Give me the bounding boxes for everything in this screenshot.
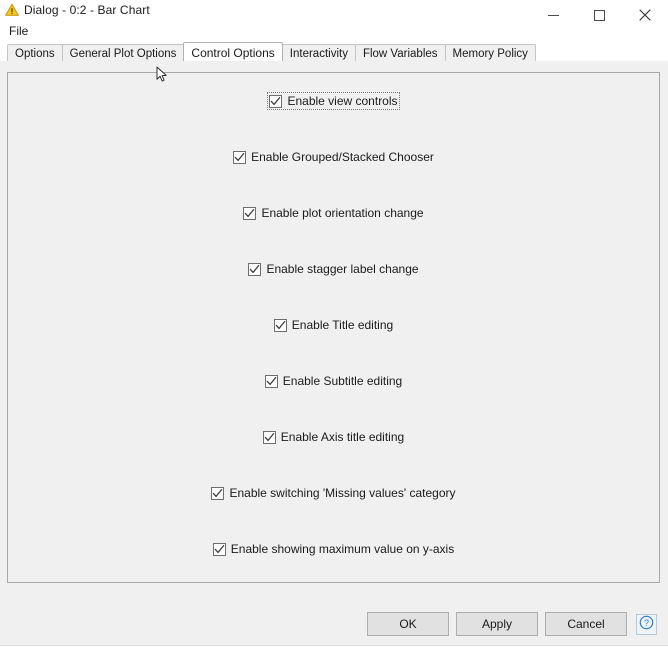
close-button[interactable] — [622, 0, 668, 30]
checkbox-box-icon[interactable] — [243, 206, 257, 220]
tab-strip-container: Options General Plot Options Control Optio… — [0, 42, 668, 61]
ok-button[interactable]: OK — [367, 612, 449, 636]
checkbox-enable-showing-maximum-value-on-y-axis[interactable]: Enable showing maximum value on y-axis — [212, 541, 455, 557]
checkbox-enable-title-editing[interactable]: Enable Title editing — [273, 317, 394, 333]
tab-memory-policy[interactable]: Memory Policy — [444, 44, 536, 61]
checkbox-enable-subtitle-editing[interactable]: Enable Subtitle editing — [264, 373, 403, 389]
checkbox-label: Enable switching 'Missing values' catego… — [229, 486, 456, 500]
option-row: Enable stagger label change — [8, 241, 659, 297]
checkbox-label: Enable plot orientation change — [261, 206, 424, 220]
help-button[interactable]: ? — [636, 613, 657, 635]
checkbox-enable-view-controls[interactable]: Enable view controls — [267, 92, 400, 110]
checkbox-enable-axis-title-editing[interactable]: Enable Axis title editing — [262, 429, 405, 445]
checkbox-enable-plot-orientation-change[interactable]: Enable plot orientation change — [242, 205, 424, 221]
cancel-button[interactable]: Cancel — [545, 612, 627, 636]
tab-flow-variables[interactable]: Flow Variables — [354, 44, 446, 61]
checkbox-box-icon[interactable] — [269, 94, 283, 108]
checkbox-label: Enable Axis title editing — [280, 430, 405, 444]
option-row: Enable Grouped/Stacked Chooser — [8, 129, 659, 185]
window-controls — [530, 0, 668, 30]
checkbox-enable-stagger-label-change[interactable]: Enable stagger label change — [247, 261, 419, 277]
warning-triangle-icon — [4, 2, 20, 18]
tab-interactivity[interactable]: Interactivity — [281, 44, 356, 61]
window-title: Dialog - 0:2 - Bar Chart — [24, 3, 150, 17]
checkbox-box-icon[interactable] — [264, 374, 278, 388]
checkbox-label: Enable Grouped/Stacked Chooser — [251, 150, 434, 164]
title-bar: Dialog - 0:2 - Bar Chart — [0, 0, 668, 21]
option-row: Enable view controls — [8, 73, 659, 129]
checkbox-enable-switching-missing-values-category[interactable]: Enable switching 'Missing values' catego… — [210, 485, 456, 501]
apply-button[interactable]: Apply — [456, 612, 538, 636]
option-row: Enable Title editing — [8, 297, 659, 353]
tab-strip: Options General Plot Options Control Optio… — [7, 42, 668, 61]
menu-item-file[interactable]: File — [5, 23, 32, 39]
checkbox-box-icon[interactable] — [273, 318, 287, 332]
checkbox-box-icon[interactable] — [233, 150, 247, 164]
checkbox-box-icon[interactable] — [248, 262, 262, 276]
minimize-button[interactable] — [530, 0, 576, 30]
checkbox-label: Enable stagger label change — [266, 262, 419, 276]
option-row: Enable switching 'Missing values' catego… — [8, 465, 659, 521]
checkbox-box-icon[interactable] — [212, 542, 226, 556]
checkbox-label: Enable Subtitle editing — [282, 374, 403, 388]
option-row: Enable showing maximum value on y-axis — [8, 521, 659, 577]
checkbox-box-icon[interactable] — [262, 430, 276, 444]
tab-control-options[interactable]: Control Options — [183, 42, 283, 61]
maximize-button[interactable] — [576, 0, 622, 30]
checkbox-label: Enable Title editing — [291, 318, 394, 332]
checkbox-label: Enable showing maximum value on y-axis — [230, 542, 455, 556]
help-question-icon: ? — [639, 615, 654, 633]
option-row: Enable plot orientation change — [8, 185, 659, 241]
checkbox-box-icon[interactable] — [211, 486, 225, 500]
control-options-panel: Enable view controls Enable Grouped/Stack… — [7, 72, 660, 583]
checkbox-label: Enable view controls — [287, 94, 398, 108]
option-row: Enable Subtitle editing — [8, 353, 659, 409]
option-row: Enable Axis title editing — [8, 409, 659, 465]
tab-options[interactable]: Options — [7, 44, 63, 61]
checkbox-enable-grouped-stacked-chooser[interactable]: Enable Grouped/Stacked Chooser — [232, 149, 435, 165]
svg-text:?: ? — [644, 618, 649, 628]
dialog-button-bar: OK Apply Cancel ? — [0, 608, 668, 640]
tab-general-plot-options[interactable]: General Plot Options — [61, 44, 185, 61]
